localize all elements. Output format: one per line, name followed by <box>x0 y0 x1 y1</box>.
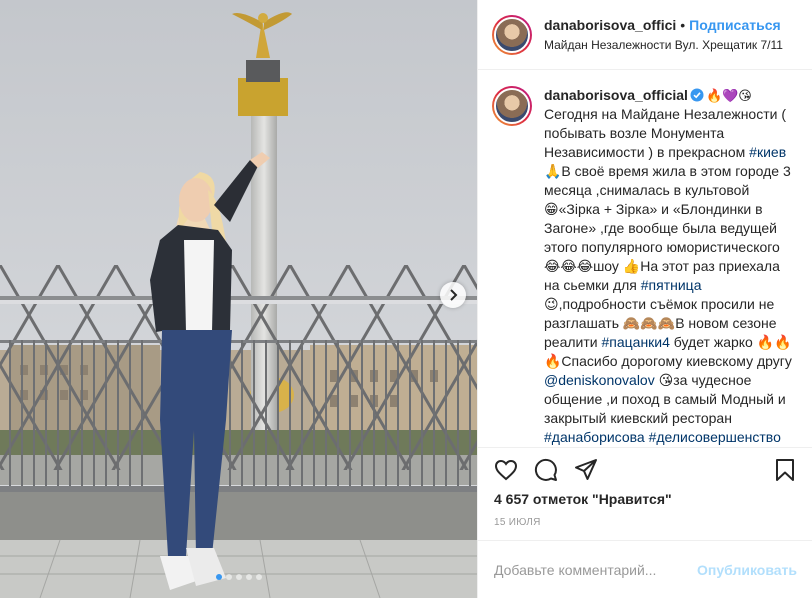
heart-icon <box>494 459 518 480</box>
carousel-dot <box>255 574 262 580</box>
comment-icon <box>534 458 557 481</box>
carousel-dot <box>215 574 222 580</box>
hashtag-link[interactable]: #данаборисова <box>544 429 645 445</box>
post-side-panel: danaborisova_offici • Подписаться Майдан… <box>477 0 812 598</box>
avatar[interactable] <box>492 14 532 55</box>
comment-input[interactable] <box>494 561 698 578</box>
share-button[interactable] <box>566 450 606 490</box>
share-icon <box>575 458 597 480</box>
separator: • <box>680 17 686 33</box>
comment-button[interactable] <box>526 450 566 490</box>
carousel-dot <box>235 574 242 580</box>
bookmark-icon <box>776 458 794 481</box>
chevron-right-icon <box>450 289 458 301</box>
publish-button[interactable]: Опубликовать <box>697 562 797 578</box>
mention-link[interactable]: @deniskonovalov <box>544 372 655 388</box>
caption-username[interactable]: danaborisova_official <box>544 87 688 103</box>
comment-form: Опубликовать <box>478 540 812 598</box>
hashtag-link[interactable]: #делисовершенство <box>649 429 781 445</box>
save-button[interactable] <box>765 450 805 490</box>
post-date[interactable]: 15 ИЮЛЯ <box>494 517 541 528</box>
like-button[interactable] <box>486 450 526 490</box>
header-line: danaborisova_offici • Подписаться <box>544 17 783 33</box>
carousel-indicator <box>0 574 477 580</box>
username-link[interactable]: danaborisova_offici <box>544 17 676 33</box>
follow-button[interactable]: Подписаться <box>689 17 781 33</box>
post-photo[interactable] <box>0 0 477 598</box>
location-link[interactable]: Майдан Незалежности Вул. Хрещатик 7/11 <box>544 38 783 52</box>
action-bar <box>478 447 812 491</box>
post-header: danaborisova_offici • Подписаться Майдан… <box>478 0 812 70</box>
next-photo-button[interactable] <box>440 282 466 308</box>
carousel-dot <box>225 574 232 580</box>
hashtag-link[interactable]: #пятница <box>641 277 702 293</box>
avatar-image <box>494 88 530 124</box>
avatar-image <box>494 16 530 53</box>
caption-text: danaborisova_official 🔥💜😘 Сегодня на Майд… <box>544 86 794 447</box>
carousel-dot <box>245 574 252 580</box>
caption-segment: 🙏В своё время жила в этом городе 3 месяц… <box>544 163 791 293</box>
caption-emoji: 🔥💜😘 <box>705 88 752 103</box>
caption-area: danaborisova_official 🔥💜😘 Сегодня на Майд… <box>478 70 812 447</box>
hashtag-link[interactable]: #киев <box>749 144 786 160</box>
verified-icon <box>690 88 704 102</box>
photo-scene <box>0 0 477 598</box>
caption-avatar[interactable] <box>492 86 532 126</box>
header-text: danaborisova_offici • Подписаться Майдан… <box>544 17 783 52</box>
hashtag-link[interactable]: #пацанки4 <box>601 334 669 350</box>
likes-count[interactable]: 4 657 отметок "Нравится" <box>494 491 672 507</box>
